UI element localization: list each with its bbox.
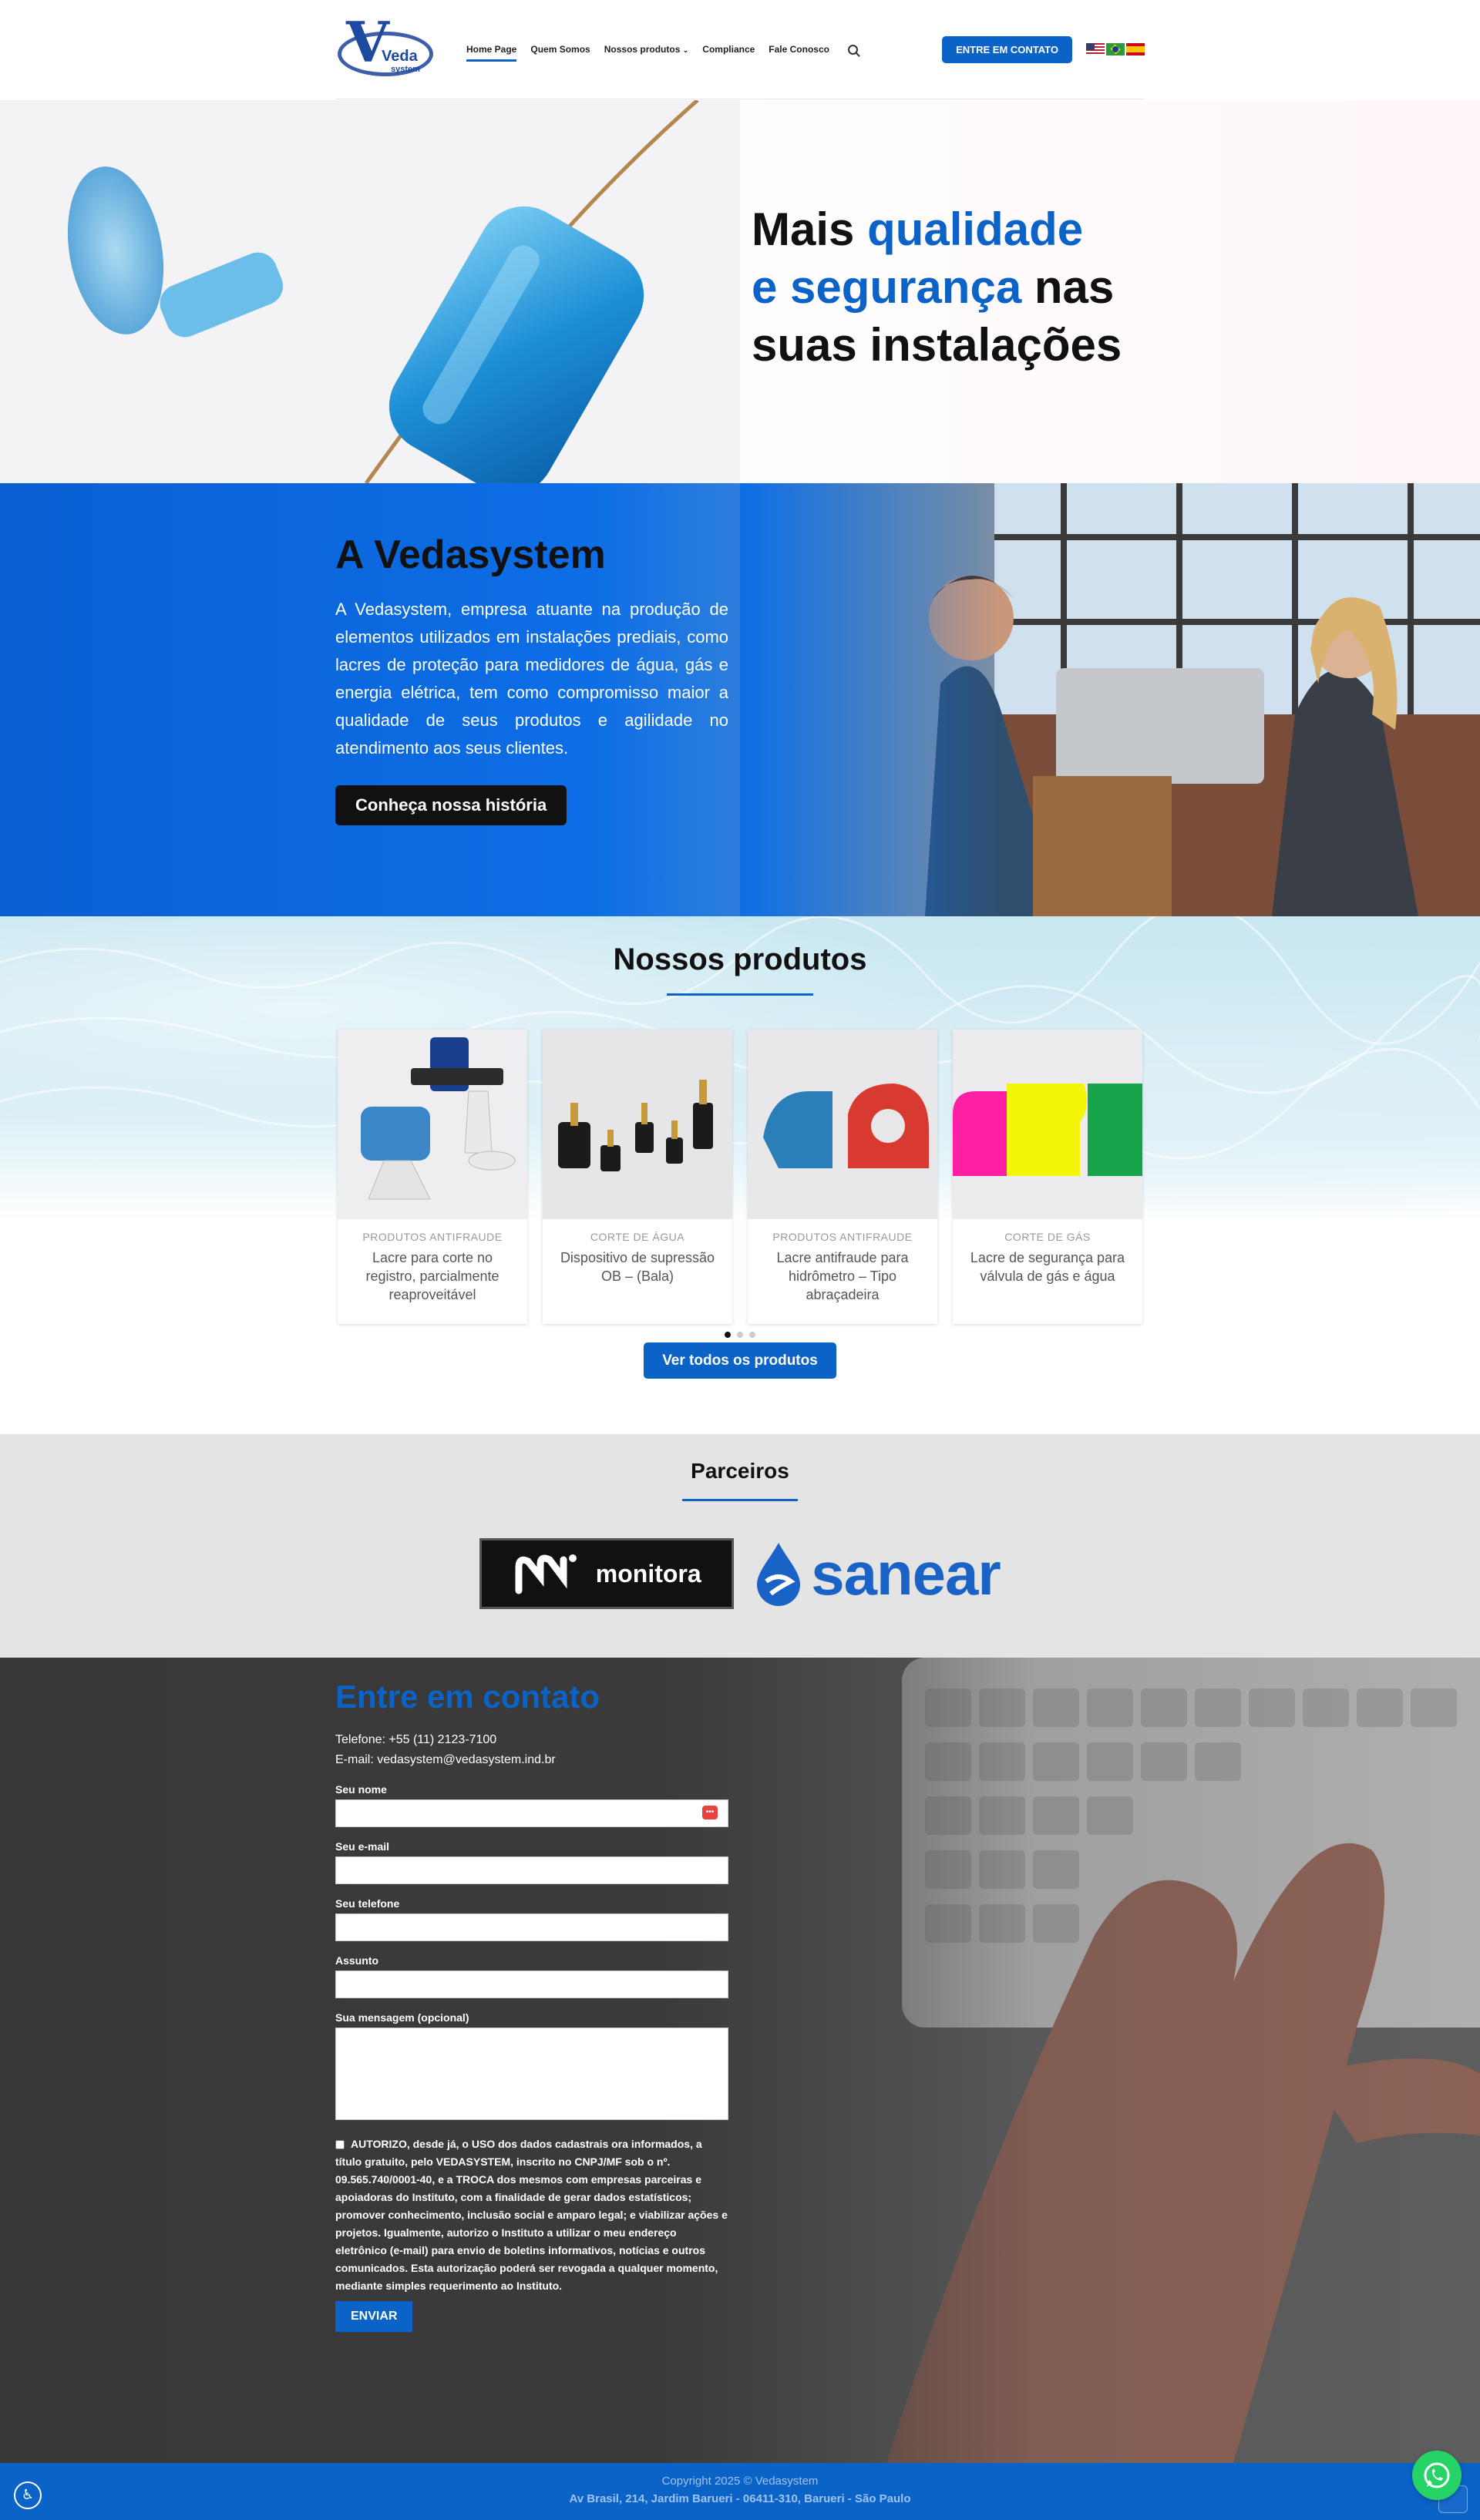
products-title: Nossos produtos: [613, 942, 867, 976]
contact-section: Entre em contato Telefone: +55 (11) 2123…: [0, 1658, 1480, 2463]
nav-quem-somos[interactable]: Quem Somos: [530, 37, 590, 62]
nav-fale-conosco[interactable]: Fale Conosco: [769, 37, 829, 62]
password-manager-icon[interactable]: •••: [702, 1806, 718, 1819]
title-underline: [667, 993, 813, 996]
carousel-dots: [0, 1332, 1480, 1338]
contact-form-area: Entre em contato Telefone: +55 (11) 2123…: [335, 1681, 728, 2332]
product-name[interactable]: Lacre para corte no registro, parcialmen…: [350, 1248, 515, 1304]
partners-title: Parceiros: [691, 1459, 789, 1483]
copyright-text: Copyright 2025 © Vedasystem: [661, 2475, 819, 2488]
name-field[interactable]: [335, 1799, 728, 1827]
us-flag-icon[interactable]: [1086, 43, 1105, 55]
email-field[interactable]: [335, 1856, 728, 1884]
product-category: PRODUTOS ANTIFRAUDE: [772, 1231, 913, 1243]
phone-label: Seu telefone: [335, 1897, 400, 1910]
hero-seal-image: [0, 100, 740, 483]
product-category: PRODUTOS ANTIFRAUDE: [362, 1231, 503, 1243]
site-footer: Copyright 2025 © Vedasystem Av Brasil, 2…: [0, 2463, 1480, 2520]
product-name[interactable]: Lacre de segurança para válvula de gás e…: [965, 1248, 1130, 1285]
accessibility-icon[interactable]: ♿: [14, 2481, 42, 2509]
name-label: Seu nome: [335, 1783, 387, 1796]
history-button[interactable]: Conheça nossa história: [335, 785, 567, 826]
partners-section: Parceiros monitora sanear: [0, 1434, 1480, 1658]
contact-title: Entre em contato: [335, 1678, 600, 1715]
main-nav: Home Page Quem Somos Nossos produtos ⌄ C…: [466, 37, 858, 62]
hero-title: Mais qualidade e segurança nas suas inst…: [752, 203, 1122, 371]
title-underline: [682, 1499, 798, 1501]
consent-text: AUTORIZO, desde já, o USO dos dados cada…: [335, 2138, 728, 2292]
product-image: [953, 1030, 1142, 1219]
carousel-dot[interactable]: [725, 1332, 731, 1338]
product-category: CORTE DE GÁS: [1004, 1231, 1091, 1243]
address-text: Av Brasil, 214, Jardim Barueri - 06411-3…: [569, 2492, 911, 2505]
monitora-symbol-icon: [515, 1554, 577, 1594]
product-image: [748, 1030, 937, 1219]
whatsapp-icon[interactable]: [1412, 2451, 1462, 2500]
search-icon[interactable]: [847, 44, 858, 55]
partner-logos: monitora sanear: [0, 1538, 1480, 1609]
site-header: V Veda system Home Page Quem Somos Nosso…: [0, 0, 1480, 100]
about-content: A Vedasystem A Vedasystem, empresa atuan…: [335, 533, 728, 826]
email-label: Seu e-mail: [335, 1840, 390, 1853]
hero-section: Mais qualidade e segurança nas suas inst…: [0, 100, 1480, 483]
vedasystem-logo[interactable]: V Veda system: [335, 15, 436, 84]
product-name[interactable]: Dispositivo de supressão OB – (Bala): [555, 1248, 720, 1285]
keyboard-photo: [0, 1658, 1480, 2463]
products-section: Nossos produtos PRODUTOS ANTIFRAUDE Lacr…: [0, 916, 1480, 1434]
contact-email: E-mail: vedasystem@vedasystem.ind.br: [335, 1753, 556, 1766]
sanear-logo[interactable]: sanear: [754, 1541, 1001, 1606]
product-card[interactable]: CORTE DE GÁS Lacre de segurança para vál…: [953, 1030, 1142, 1324]
product-category: CORTE DE ÁGUA: [590, 1231, 685, 1243]
product-image: [338, 1030, 527, 1219]
product-carousel: PRODUTOS ANTIFRAUDE Lacre para corte no …: [0, 1030, 1480, 1324]
about-text: A Vedasystem, empresa atuante na produçã…: [335, 600, 728, 758]
send-button[interactable]: ENVIAR: [335, 2301, 413, 2332]
brazil-flag-icon[interactable]: [1106, 43, 1125, 55]
product-card[interactable]: CORTE DE ÁGUA Dispositivo de supressão O…: [543, 1030, 732, 1324]
subject-field[interactable]: [335, 1971, 728, 1998]
subject-label: Assunto: [335, 1954, 378, 1967]
contact-phone: Telefone: +55 (11) 2123-7100: [335, 1733, 497, 1746]
water-drop-icon: [757, 1543, 801, 1606]
team-photo: [740, 483, 1480, 916]
consent-checkbox[interactable]: [335, 2140, 345, 2150]
nav-compliance[interactable]: Compliance: [702, 37, 755, 62]
spain-flag-icon[interactable]: [1126, 43, 1145, 55]
about-title: A Vedasystem: [335, 533, 606, 577]
consent-block: AUTORIZO, desde já, o USO dos dados cada…: [335, 2135, 728, 2295]
message-field[interactable]: [335, 2028, 728, 2120]
nav-nossos-produtos[interactable]: Nossos produtos ⌄: [604, 37, 689, 62]
carousel-dot[interactable]: [737, 1332, 743, 1338]
chevron-down-icon: ⌄: [682, 46, 689, 54]
phone-field[interactable]: [335, 1914, 728, 1941]
product-image: [543, 1030, 732, 1219]
carousel-dot[interactable]: [749, 1332, 755, 1338]
about-section: A Vedasystem A Vedasystem, empresa atuan…: [0, 483, 1480, 916]
message-label: Sua mensagem (opcional): [335, 2011, 469, 2024]
contact-button[interactable]: ENTRE EM CONTATO: [942, 35, 1072, 63]
product-card[interactable]: PRODUTOS ANTIFRAUDE Lacre antifraude par…: [748, 1030, 937, 1324]
language-selector: [1086, 43, 1145, 55]
monitora-logo[interactable]: monitora: [479, 1538, 735, 1609]
nav-home[interactable]: Home Page: [466, 37, 517, 62]
all-products-button[interactable]: Ver todos os produtos: [644, 1342, 836, 1379]
product-card[interactable]: PRODUTOS ANTIFRAUDE Lacre para corte no …: [338, 1030, 527, 1324]
product-name[interactable]: Lacre antifraude para hidrômetro – Tipo …: [760, 1248, 925, 1304]
